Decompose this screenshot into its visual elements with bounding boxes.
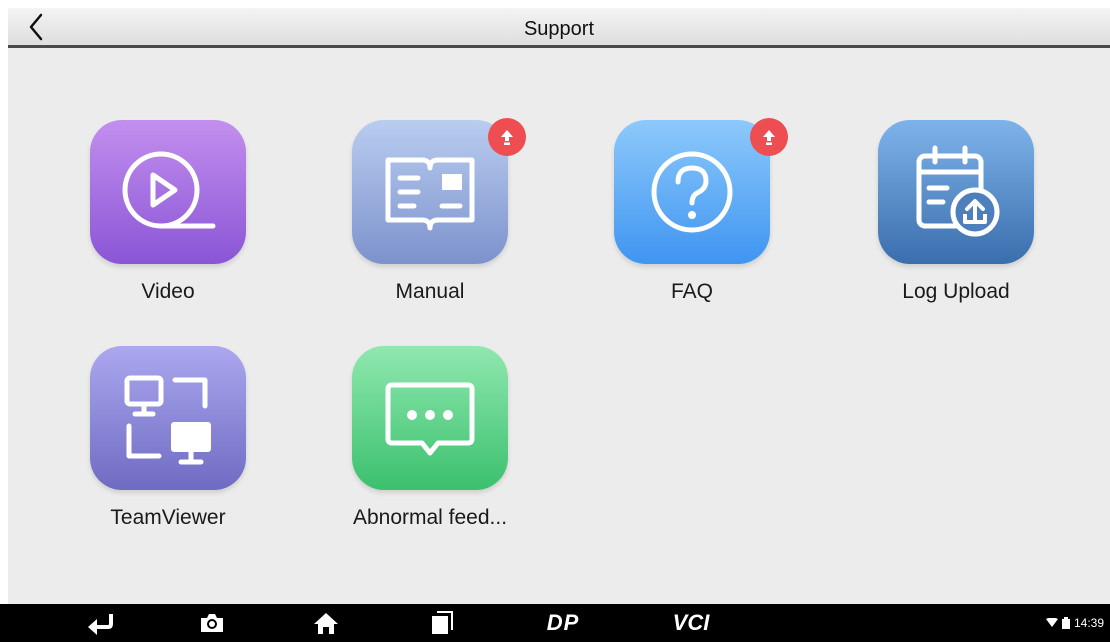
title-bar: Support bbox=[8, 8, 1110, 48]
video-tile-icon-box bbox=[90, 120, 246, 264]
battery-icon bbox=[1061, 617, 1070, 629]
update-badge bbox=[488, 118, 526, 156]
update-arrow-icon bbox=[763, 130, 775, 145]
nav-vci-button[interactable]: VCI bbox=[664, 608, 718, 638]
feedback-tile-icon-box bbox=[352, 346, 508, 490]
tile-manual[interactable]: Manual bbox=[312, 118, 526, 330]
nav-camera-button[interactable] bbox=[194, 608, 230, 638]
manual-book-icon bbox=[385, 157, 475, 231]
wifi-icon bbox=[1045, 618, 1058, 627]
dp-icon: DP bbox=[546, 610, 580, 635]
update-arrow-icon bbox=[501, 130, 513, 145]
support-screen: Support Video Manual FAQ Log Upload Team… bbox=[8, 8, 1110, 604]
play-video-icon bbox=[122, 151, 216, 229]
vci-icon: VCI bbox=[672, 610, 710, 635]
manual-tile-icon-box bbox=[352, 120, 508, 264]
update-badge bbox=[750, 118, 788, 156]
teamviewer-icon bbox=[124, 375, 211, 465]
clock-time: 14:39 bbox=[1073, 616, 1104, 630]
back-nav-icon bbox=[88, 614, 113, 635]
tile-faq[interactable]: FAQ bbox=[574, 118, 788, 330]
recents-icon bbox=[432, 611, 453, 634]
camera-icon bbox=[201, 614, 223, 632]
nav-recents-button[interactable] bbox=[424, 608, 460, 638]
status-area: 14:39 bbox=[1045, 616, 1104, 630]
nav-dp-button[interactable]: DP bbox=[536, 608, 590, 638]
tile-label-video: Video bbox=[141, 280, 195, 303]
system-navbar: DP VCI 14:39 bbox=[0, 604, 1110, 642]
tile-label-abnormal-feedback: Abnormal feed... bbox=[352, 506, 508, 529]
nav-home-button[interactable] bbox=[308, 608, 344, 638]
tile-video[interactable]: Video bbox=[50, 120, 250, 330]
question-icon bbox=[651, 151, 733, 233]
tile-label-manual: Manual bbox=[395, 280, 465, 303]
home-icon bbox=[314, 613, 338, 634]
tile-label-faq: FAQ bbox=[670, 280, 713, 303]
tile-label-log-upload: Log Upload bbox=[902, 280, 1010, 303]
log-upload-tile-icon-box bbox=[878, 120, 1034, 264]
teamviewer-tile-icon-box bbox=[90, 346, 246, 490]
log-upload-icon bbox=[916, 145, 1000, 237]
faq-tile-icon-box bbox=[614, 120, 770, 264]
tile-teamviewer[interactable]: TeamViewer bbox=[50, 346, 250, 556]
nav-back-button[interactable] bbox=[80, 608, 120, 638]
tile-abnormal-feedback[interactable]: Abnormal feed... bbox=[312, 346, 512, 556]
tile-label-teamviewer: TeamViewer bbox=[110, 506, 226, 529]
page-title: Support bbox=[523, 18, 595, 40]
tile-log-upload[interactable]: Log Upload bbox=[838, 120, 1038, 330]
feedback-chat-icon bbox=[385, 382, 475, 456]
